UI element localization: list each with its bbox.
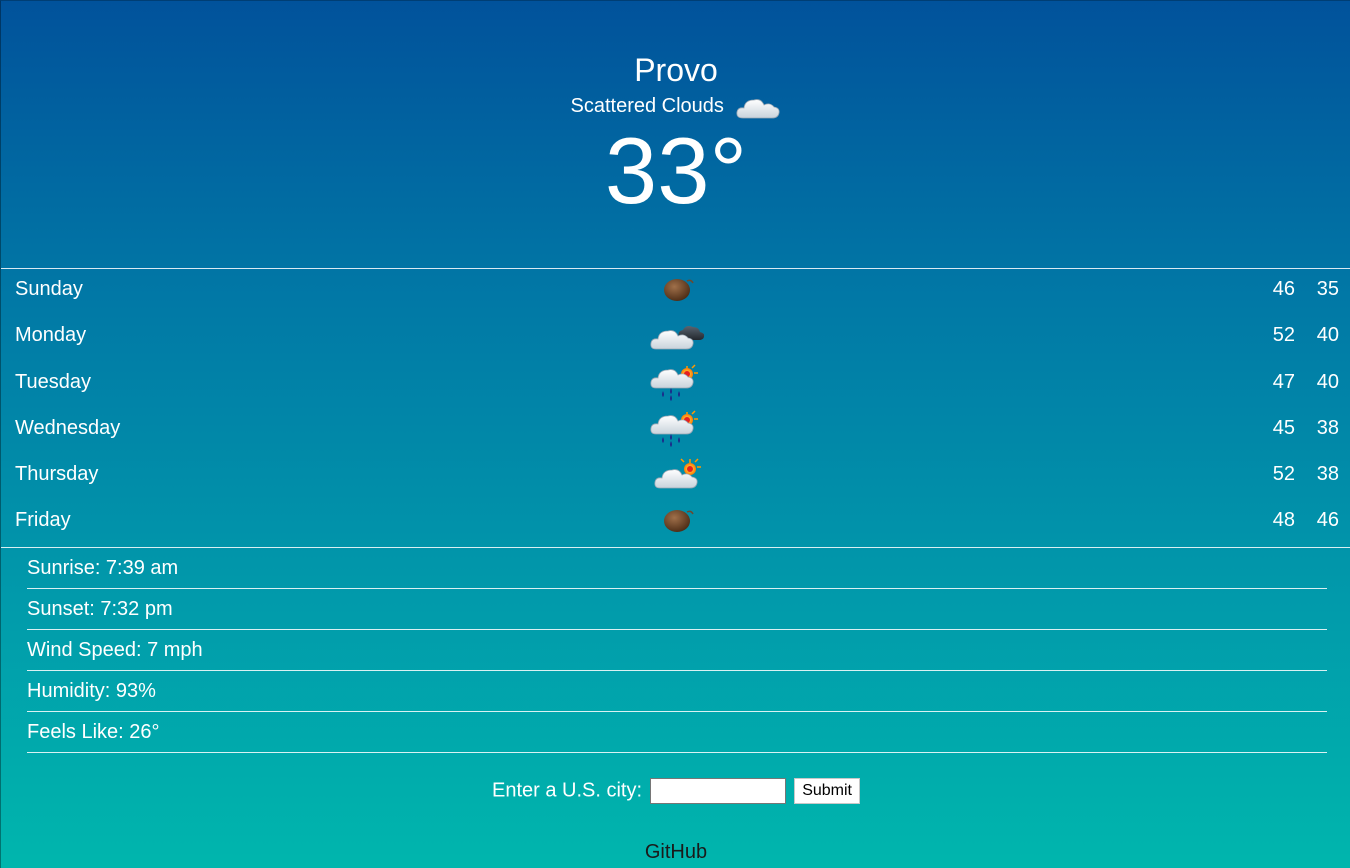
current-weather: Provo Scattered Clouds 33° xyxy=(1,1,1350,268)
low-temperature: 35 xyxy=(1316,278,1339,300)
github-link[interactable]: GitHub xyxy=(1,839,1350,865)
sunset-row: Sunset: 7:32 pm xyxy=(27,589,1327,630)
rain-icon xyxy=(649,410,705,448)
forecast-row-tuesday: Tuesday 47 40 xyxy=(1,362,1350,402)
low-temperature: 46 xyxy=(1316,509,1339,531)
city-search-form: Enter a U.S. city: Submit xyxy=(1,775,1350,806)
humidity-row: Humidity: 93% xyxy=(27,671,1327,712)
low-temperature: 38 xyxy=(1316,463,1339,485)
high-temperature: 47 xyxy=(1272,371,1295,393)
rain-icon xyxy=(649,364,705,402)
forecast-row-monday: Monday 52 40 xyxy=(1,315,1350,355)
high-temperature: 52 xyxy=(1272,463,1295,485)
broken-clouds-icon xyxy=(649,317,705,355)
weather-details: Sunrise: 7:39 am Sunset: 7:32 pm Wind Sp… xyxy=(27,548,1327,753)
condition-text: Scattered Clouds xyxy=(570,95,724,117)
mist-icon xyxy=(649,271,705,309)
forecast-row-thursday: Thursday 52 38 xyxy=(1,454,1350,494)
low-temperature: 38 xyxy=(1316,417,1339,439)
low-temperature: 40 xyxy=(1316,324,1339,346)
day-name: Wednesday xyxy=(15,417,121,439)
high-temperature: 45 xyxy=(1272,417,1295,439)
sunrise-row: Sunrise: 7:39 am xyxy=(27,548,1327,589)
forecast-row-wednesday: Wednesday 45 38 xyxy=(1,408,1350,448)
city-input[interactable] xyxy=(649,777,786,804)
day-name: Tuesday xyxy=(15,371,91,393)
forecast-row-friday: Friday 48 46 xyxy=(1,500,1350,540)
high-temperature: 46 xyxy=(1272,278,1295,300)
city-input-label: Enter a U.S. city: xyxy=(492,779,643,802)
weather-app: Provo Scattered Clouds 33° Sunday 46 35 … xyxy=(0,0,1350,868)
city-name: Provo xyxy=(634,52,718,88)
current-temperature: 33° xyxy=(604,118,748,223)
low-temperature: 40 xyxy=(1316,371,1339,393)
few-clouds-icon xyxy=(649,456,705,494)
day-name: Friday xyxy=(15,509,71,531)
forecast-row-sunday: Sunday 46 35 xyxy=(1,269,1350,309)
feels-like-row: Feels Like: 26° xyxy=(27,712,1327,753)
day-name: Sunday xyxy=(15,278,83,300)
high-temperature: 48 xyxy=(1272,509,1295,531)
day-name: Monday xyxy=(15,324,87,346)
high-temperature: 52 xyxy=(1272,324,1295,346)
mist-icon xyxy=(649,502,705,540)
submit-button[interactable]: Submit xyxy=(794,777,860,804)
day-name: Thursday xyxy=(15,463,99,485)
wind-speed-row: Wind Speed: 7 mph xyxy=(27,630,1327,671)
